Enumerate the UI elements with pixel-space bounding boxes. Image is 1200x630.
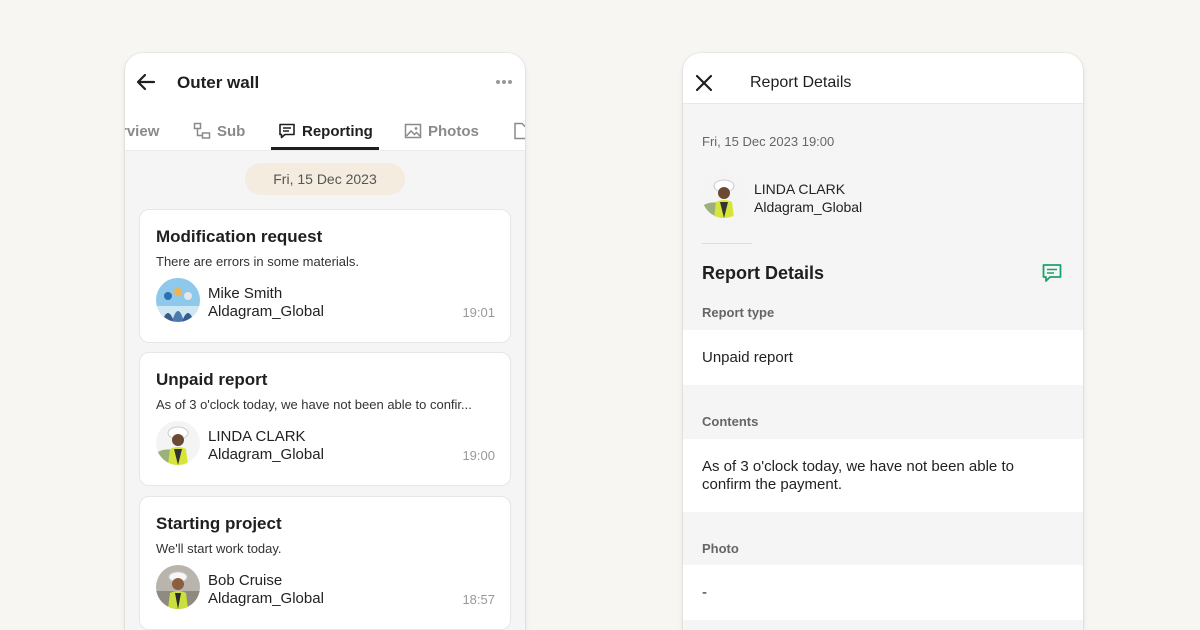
photo-value: -: [702, 584, 707, 601]
tab-reporting[interactable]: Reporting: [278, 111, 373, 150]
hierarchy-icon: [193, 122, 211, 139]
report-card[interactable]: Modification request There are errors in…: [139, 209, 511, 343]
timestamp: 19:00: [462, 448, 495, 463]
tab-label: Reporting: [302, 122, 373, 140]
report-datetime: Fri, 15 Dec 2023 19:00: [702, 134, 835, 149]
more-options-icon[interactable]: [495, 79, 513, 85]
report-details-screen: Report Details Fri, 15 Dec 2023 19:00 LI…: [683, 53, 1083, 630]
tab-label: Sub: [217, 122, 246, 140]
document-icon: [514, 122, 525, 140]
contents-label: Contents: [702, 414, 759, 429]
report-preview: We'll start work today.: [156, 541, 282, 556]
contents-value: As of 3 o'clock today, we have not been …: [702, 458, 1014, 493]
author-company: Aldagram_Global: [754, 199, 863, 215]
tab-sub[interactable]: Sub: [193, 111, 246, 150]
report-preview: As of 3 o'clock today, we have not been …: [156, 397, 472, 412]
report-title: Unpaid report: [156, 370, 268, 389]
active-tab-indicator: [271, 147, 379, 150]
report-card[interactable]: Starting project We'll start work today.…: [139, 496, 511, 630]
tab-label: rview: [125, 122, 160, 140]
section-title: Report Details: [702, 263, 825, 283]
top-bar: Outer wall: [125, 53, 525, 111]
tab-label: Photos: [428, 122, 479, 140]
author-name: Mike Smith: [208, 285, 283, 302]
reporting-list-screen: Outer wall rview Sub Reporting: [125, 53, 525, 630]
timestamp: 19:01: [462, 305, 495, 320]
avatar: [156, 565, 200, 609]
page-title: Outer wall: [177, 73, 260, 92]
author-name: LINDA CLARK: [208, 428, 306, 445]
comment-icon[interactable]: [1041, 262, 1063, 284]
report-type-label: Report type: [702, 305, 775, 320]
divider: [702, 243, 752, 244]
timestamp: 18:57: [462, 592, 495, 607]
close-icon[interactable]: [695, 74, 713, 92]
author-company: Aldagram_Global: [208, 590, 324, 607]
avatar: [156, 421, 200, 465]
author-name: Bob Cruise: [208, 572, 283, 589]
author-company: Aldagram_Global: [208, 303, 324, 320]
tab-bar: rview Sub Reporting Photos: [125, 111, 525, 151]
report-title: Modification request: [156, 227, 323, 246]
report-preview: There are errors in some materials.: [156, 254, 360, 269]
page-title: Report Details: [750, 74, 852, 91]
photo-field: -: [683, 565, 1083, 620]
avatar: [156, 278, 200, 322]
tab-documents[interactable]: [511, 111, 525, 150]
author-name: LINDA CLARK: [754, 181, 846, 197]
message-icon: [279, 123, 295, 139]
report-type-field: Unpaid report: [683, 330, 1083, 385]
report-card[interactable]: Unpaid report As of 3 o'clock today, we …: [139, 352, 511, 486]
author-company: Aldagram_Global: [208, 446, 324, 463]
contents-field: As of 3 o'clock today, we have not been …: [683, 439, 1083, 512]
tab-photos[interactable]: Photos: [404, 111, 479, 150]
top-bar: Report Details: [683, 53, 1083, 104]
image-icon: [404, 123, 422, 139]
photo-label: Photo: [702, 541, 739, 556]
date-divider: Fri, 15 Dec 2023: [245, 163, 405, 195]
avatar: [702, 174, 746, 218]
report-type-value: Unpaid report: [702, 349, 793, 366]
report-title: Starting project: [156, 514, 282, 533]
tab-overview[interactable]: rview: [125, 111, 160, 150]
back-arrow-icon[interactable]: [135, 71, 157, 93]
